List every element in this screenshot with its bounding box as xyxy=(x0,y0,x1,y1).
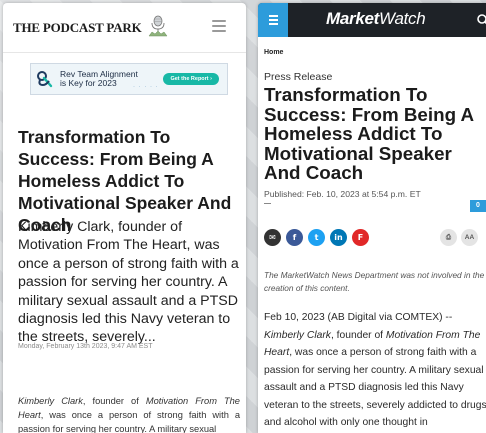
share-bar: ✉ f t in F xyxy=(264,229,369,246)
podcast-park-page: THE PODCAST PARK Rev Team Alignment is K… xyxy=(3,3,246,433)
article-date: Monday, February 13th 2023, 9:47 AM EST xyxy=(18,343,153,350)
content-disclaimer: The MarketWatch News Department was not … xyxy=(264,270,485,293)
ad-decoration: · · · · · xyxy=(133,84,159,90)
email-share-icon[interactable]: ✉ xyxy=(264,229,281,246)
body-rest: , was once a person of strong faith with… xyxy=(264,347,486,428)
divider xyxy=(264,203,271,204)
hamburger-menu-icon[interactable] xyxy=(212,20,226,32)
body-name: Kimberly Clark xyxy=(264,329,331,341)
article-excerpt: Kimberly Clark, founder of Motivation Fr… xyxy=(18,219,239,346)
flipboard-share-icon[interactable]: F xyxy=(352,229,369,246)
ad-banner[interactable]: Rev Team Alignment is Key for 2023 · · ·… xyxy=(30,63,228,95)
body-sep: , founder of xyxy=(82,396,146,406)
text-size-icon[interactable]: AA xyxy=(461,229,478,246)
ampersand-logo-icon xyxy=(37,71,53,88)
breadcrumb-home[interactable]: Home xyxy=(264,49,283,56)
site-logo[interactable]: MarketWatch xyxy=(326,9,426,29)
site-header: THE PODCAST PARK xyxy=(3,3,246,53)
article-body: Feb 10, 2023 (AB Digital via COMTEX) -- … xyxy=(264,309,486,432)
search-icon[interactable] xyxy=(476,13,486,27)
body-rest: , was once a person of strong faith with… xyxy=(18,410,240,433)
article-kicker: Press Release xyxy=(264,71,333,83)
article-tools: ⎙ AA xyxy=(440,229,478,246)
body-sep: , founder of xyxy=(330,329,386,341)
twitter-share-icon[interactable]: t xyxy=(308,229,325,246)
microphone-icon xyxy=(148,15,168,36)
ad-text: Rev Team Alignment is Key for 2023 xyxy=(60,70,140,88)
marketwatch-page: MarketWatch Home Press Release Transform… xyxy=(258,3,486,433)
body-name: Kimberly Clark xyxy=(18,396,83,406)
comment-count-badge[interactable]: 0 xyxy=(470,200,486,212)
article-body: Kimberly Clark, founder of Motivation Fr… xyxy=(18,394,240,433)
hamburger-menu-icon[interactable] xyxy=(258,3,288,37)
article-title: Transformation To Success: From Being A … xyxy=(264,84,474,183)
print-icon[interactable]: ⎙ xyxy=(440,229,457,246)
linkedin-share-icon[interactable]: in xyxy=(330,229,347,246)
logo-bold: Market xyxy=(326,9,380,28)
logo-italic: Watch xyxy=(379,9,426,28)
body-lead: Feb 10, 2023 (AB Digital via COMTEX) -- xyxy=(264,312,453,323)
published-timestamp: Published: Feb. 10, 2023 at 5:54 p.m. ET xyxy=(264,189,421,199)
site-header: MarketWatch xyxy=(258,3,486,37)
ad-get-report-button[interactable]: Get the Report › xyxy=(163,73,219,85)
ad-line-2: is Key for 2023 xyxy=(60,78,117,88)
facebook-share-icon[interactable]: f xyxy=(286,229,303,246)
site-logo[interactable]: THE PODCAST PARK xyxy=(13,15,169,37)
site-logo-text: THE PODCAST PARK xyxy=(13,19,142,35)
